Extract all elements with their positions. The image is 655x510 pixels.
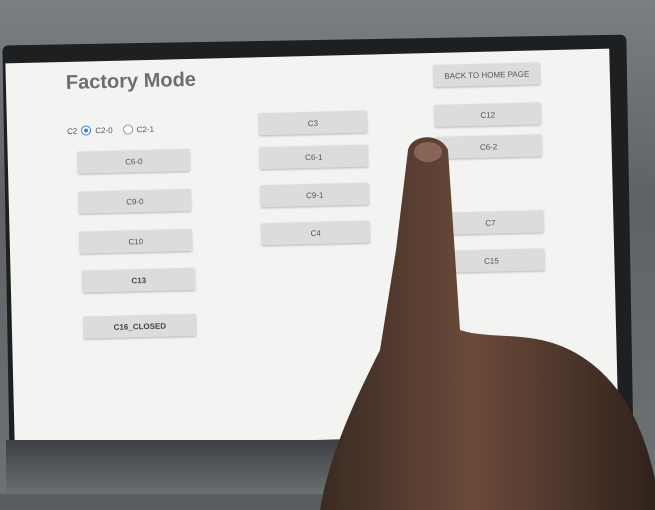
radio-c2-1[interactable] [122, 124, 133, 135]
radio-c2-0[interactable] [81, 125, 92, 136]
page-title: Factory Mode [65, 68, 197, 94]
back-to-home-button[interactable]: BACK TO HOME PAGE [433, 62, 541, 87]
c13-button[interactable]: C13 [82, 267, 195, 293]
radio-c2-0-label: C2-0 [95, 125, 113, 135]
c2-radio-group: C2 C2-0 C2-1 [67, 124, 154, 136]
c12-button[interactable]: C12 [434, 102, 542, 127]
radio-c2-1-label: C2-1 [136, 124, 155, 134]
c6-0-button[interactable]: C6-0 [77, 148, 191, 174]
radio-group-label: C2 [66, 126, 78, 136]
finger-occlusion [320, 137, 655, 510]
c10-button[interactable]: C10 [79, 228, 193, 254]
c9-0-button[interactable]: C9-0 [78, 188, 192, 214]
c16-closed-button[interactable]: C16_CLOSED [83, 313, 197, 339]
